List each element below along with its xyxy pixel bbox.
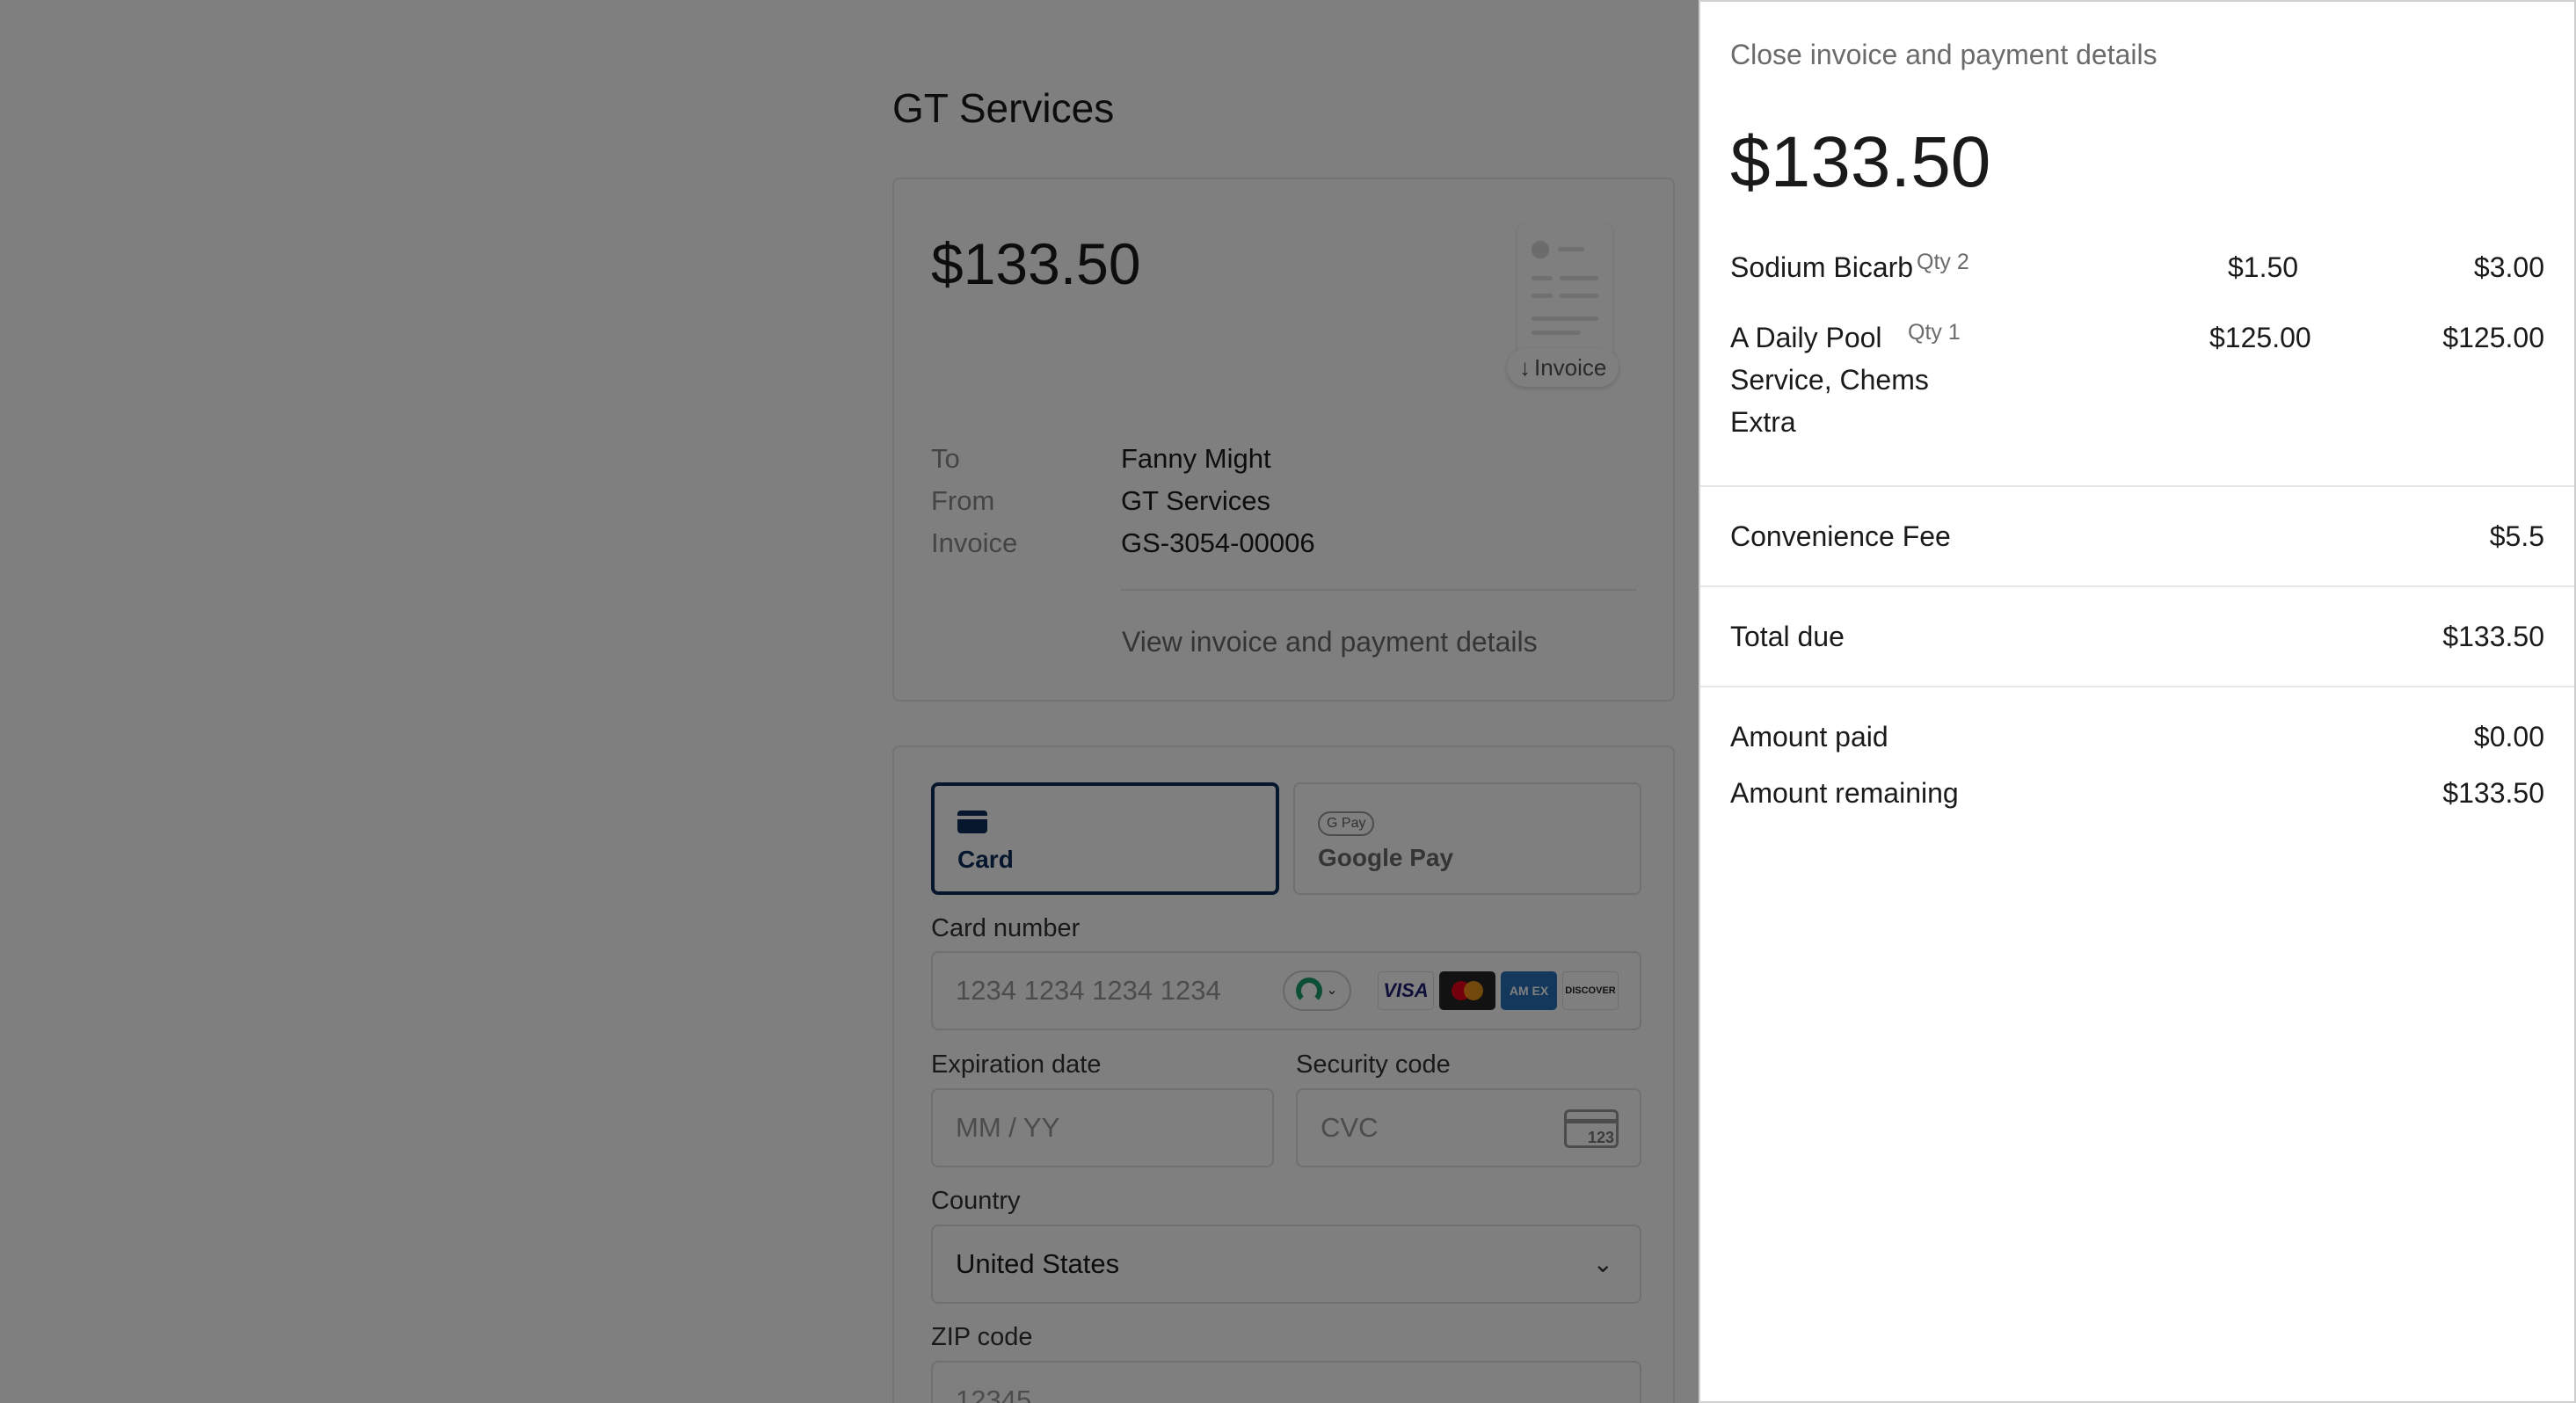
line-item-qty: Qty 2 xyxy=(1917,250,1969,274)
divider xyxy=(1700,686,2574,687)
line-item-name: Sodium Bicarb xyxy=(1730,251,1914,283)
divider xyxy=(1700,485,2574,487)
modal-backdrop[interactable] xyxy=(0,0,1699,1403)
line-item-name: A Daily Pool Service, Chems Extra xyxy=(1730,322,1929,438)
amount-remaining-value: $133.50 xyxy=(2442,777,2544,809)
line-item: Sodium Bicarb Qty 2 $1.50 $3.00 xyxy=(1730,246,2544,288)
total-due-row: Total due $133.50 xyxy=(1730,621,2544,653)
panel-amount: $133.50 xyxy=(1730,122,1991,202)
convenience-fee-label: Convenience Fee xyxy=(1730,520,1951,552)
line-item-total: $3.00 xyxy=(2473,251,2544,283)
convenience-fee-value: $5.5 xyxy=(2489,520,2544,552)
amount-paid-label: Amount paid xyxy=(1730,721,1888,752)
total-due-value: $133.50 xyxy=(2442,621,2544,652)
close-details-button[interactable]: Close invoice and payment details xyxy=(1730,39,2158,71)
invoice-details-panel: Close invoice and payment details $133.5… xyxy=(1699,0,2576,1403)
amount-remaining-label: Amount remaining xyxy=(1730,777,1959,809)
amount-paid-value: $0.00 xyxy=(2473,721,2544,752)
total-due-label: Total due xyxy=(1730,621,1845,652)
line-item-unit-price: $125.00 xyxy=(2209,322,2311,353)
amount-remaining-row: Amount remaining $133.50 xyxy=(1730,777,2544,810)
line-item-unit-price: $1.50 xyxy=(2228,251,2299,283)
line-item-qty: Qty 1 xyxy=(1908,320,1961,345)
amount-paid-row: Amount paid $0.00 xyxy=(1730,721,2544,753)
line-item: A Daily Pool Service, Chems Extra Qty 1 … xyxy=(1730,316,2544,445)
line-item-total: $125.00 xyxy=(2442,322,2544,353)
divider xyxy=(1700,585,2574,587)
convenience-fee-row: Convenience Fee $5.5 xyxy=(1730,520,2544,553)
